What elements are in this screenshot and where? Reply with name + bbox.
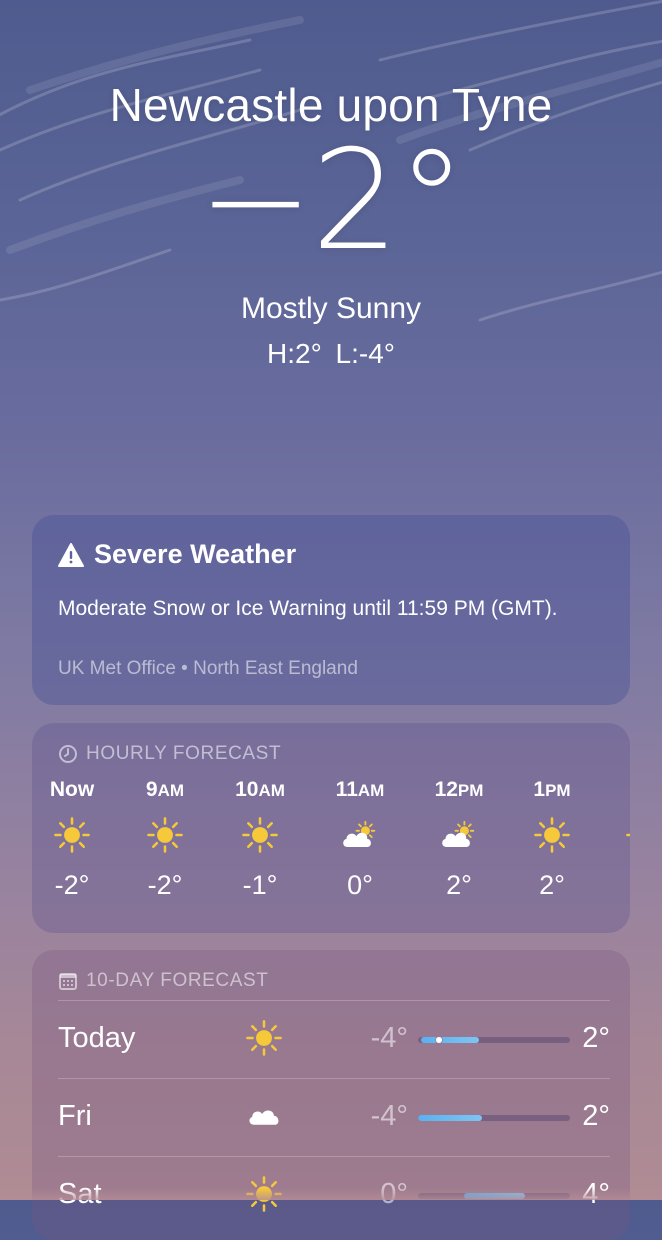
hour-label: 1PM — [533, 778, 571, 801]
hourly-item: 10AM -1° — [220, 775, 300, 905]
hour-temperature: -2° — [147, 870, 183, 900]
hour-weather-icon — [419, 805, 499, 865]
hour-weather-icon — [125, 805, 205, 865]
sun-icon — [626, 833, 630, 837]
hour-weather-icon — [604, 805, 630, 865]
cloud-icon — [249, 1110, 279, 1125]
alert-source: UK Met Office • North East England — [58, 658, 358, 679]
hourly-item: Now -2° — [32, 775, 112, 905]
clock-icon — [59, 745, 77, 763]
row-divider — [58, 1156, 610, 1157]
warning-triangle-icon — [58, 542, 84, 567]
hourly-forecast-card[interactable]: HOURLY FORECAST Now -2° 9AM -2° 10AM -1°… — [32, 723, 630, 933]
hour-temperature: 2° — [539, 870, 565, 900]
hour-weather-icon — [512, 805, 592, 865]
temperature-range-bar — [418, 1037, 570, 1043]
temperature-range-fill — [421, 1037, 479, 1043]
alert-title: Severe Weather — [94, 539, 297, 569]
hour-label: Now — [49, 778, 95, 801]
temperature-range-bar — [418, 1115, 570, 1121]
location-header: Newcastle upon Tyne −2° Mostly Sunny H:2… — [0, 78, 662, 370]
day-weather-icon — [244, 1096, 284, 1136]
row-divider — [58, 1078, 610, 1079]
day-name: Fri — [58, 1100, 92, 1132]
sun-icon — [242, 817, 278, 853]
bottom-fade — [0, 1188, 662, 1200]
condition-text: Mostly Sunny — [240, 292, 422, 325]
hour-temperature: -1° — [242, 870, 278, 900]
alert-message: Moderate Snow or Ice Warning until 11:59… — [58, 597, 558, 620]
day-row[interactable]: Fri -4° 2° — [58, 1078, 610, 1156]
hour-label: 11AM — [335, 778, 385, 801]
temperature-range-fill — [418, 1115, 482, 1121]
hour-label: 9AM — [145, 778, 185, 801]
day-low-temp: -4° — [370, 1100, 408, 1132]
calendar-icon — [59, 973, 77, 990]
severe-weather-card[interactable]: Severe Weather Moderate Snow or Ice Warn… — [32, 515, 630, 705]
hour-temperature: 2° — [446, 870, 472, 900]
day-name: Today — [58, 1022, 136, 1054]
sun-icon — [147, 817, 183, 853]
hour-weather-icon — [32, 805, 112, 865]
hour-label: 10AM — [235, 778, 285, 801]
day-high-temp: 2° — [582, 1022, 610, 1054]
high-low-text: H:2° L:-4° — [267, 338, 395, 369]
hour-weather-icon — [220, 805, 300, 865]
hour-temperature — [604, 865, 630, 905]
hourly-item: 12PM 2° — [419, 775, 499, 905]
ten-day-forecast-label: 10-DAY FORECAST — [86, 970, 269, 991]
hourly-item: 2 — [604, 775, 630, 905]
partly-cloudy-icon — [442, 820, 475, 847]
ten-day-forecast-heading: 10-DAY FORECAST — [58, 970, 269, 992]
current-temp-dot — [435, 1037, 443, 1043]
hour-weather-icon — [320, 805, 400, 865]
hourly-list[interactable]: Now -2° 9AM -2° 10AM -1° 11AM 0° 12PM 2°… — [32, 775, 630, 925]
hour-label: 2 — [604, 775, 630, 805]
hourly-forecast-heading: HOURLY FORECAST — [58, 743, 281, 765]
hourly-forecast-label: HOURLY FORECAST — [86, 743, 282, 764]
partly-cloudy-icon — [343, 820, 376, 847]
hour-temperature: 0° — [347, 870, 373, 900]
sun-icon — [534, 817, 570, 853]
alert-title-row: Severe Weather — [58, 539, 296, 570]
hour-label: 12PM — [434, 778, 484, 801]
sun-icon — [246, 1020, 282, 1056]
day-row[interactable]: Today -4° 2° — [58, 1000, 610, 1078]
day-low-temp: -4° — [370, 1022, 408, 1054]
row-divider — [58, 1000, 610, 1001]
day-high-temp: 2° — [582, 1100, 610, 1132]
hour-temperature: -2° — [54, 870, 90, 900]
sun-icon — [54, 817, 90, 853]
day-weather-icon — [244, 1018, 284, 1058]
hourly-item: 9AM -2° — [125, 775, 205, 905]
hourly-item: 11AM 0° — [320, 775, 400, 905]
hourly-item: 1PM 2° — [512, 775, 592, 905]
current-temperature: −2° — [197, 120, 466, 281]
